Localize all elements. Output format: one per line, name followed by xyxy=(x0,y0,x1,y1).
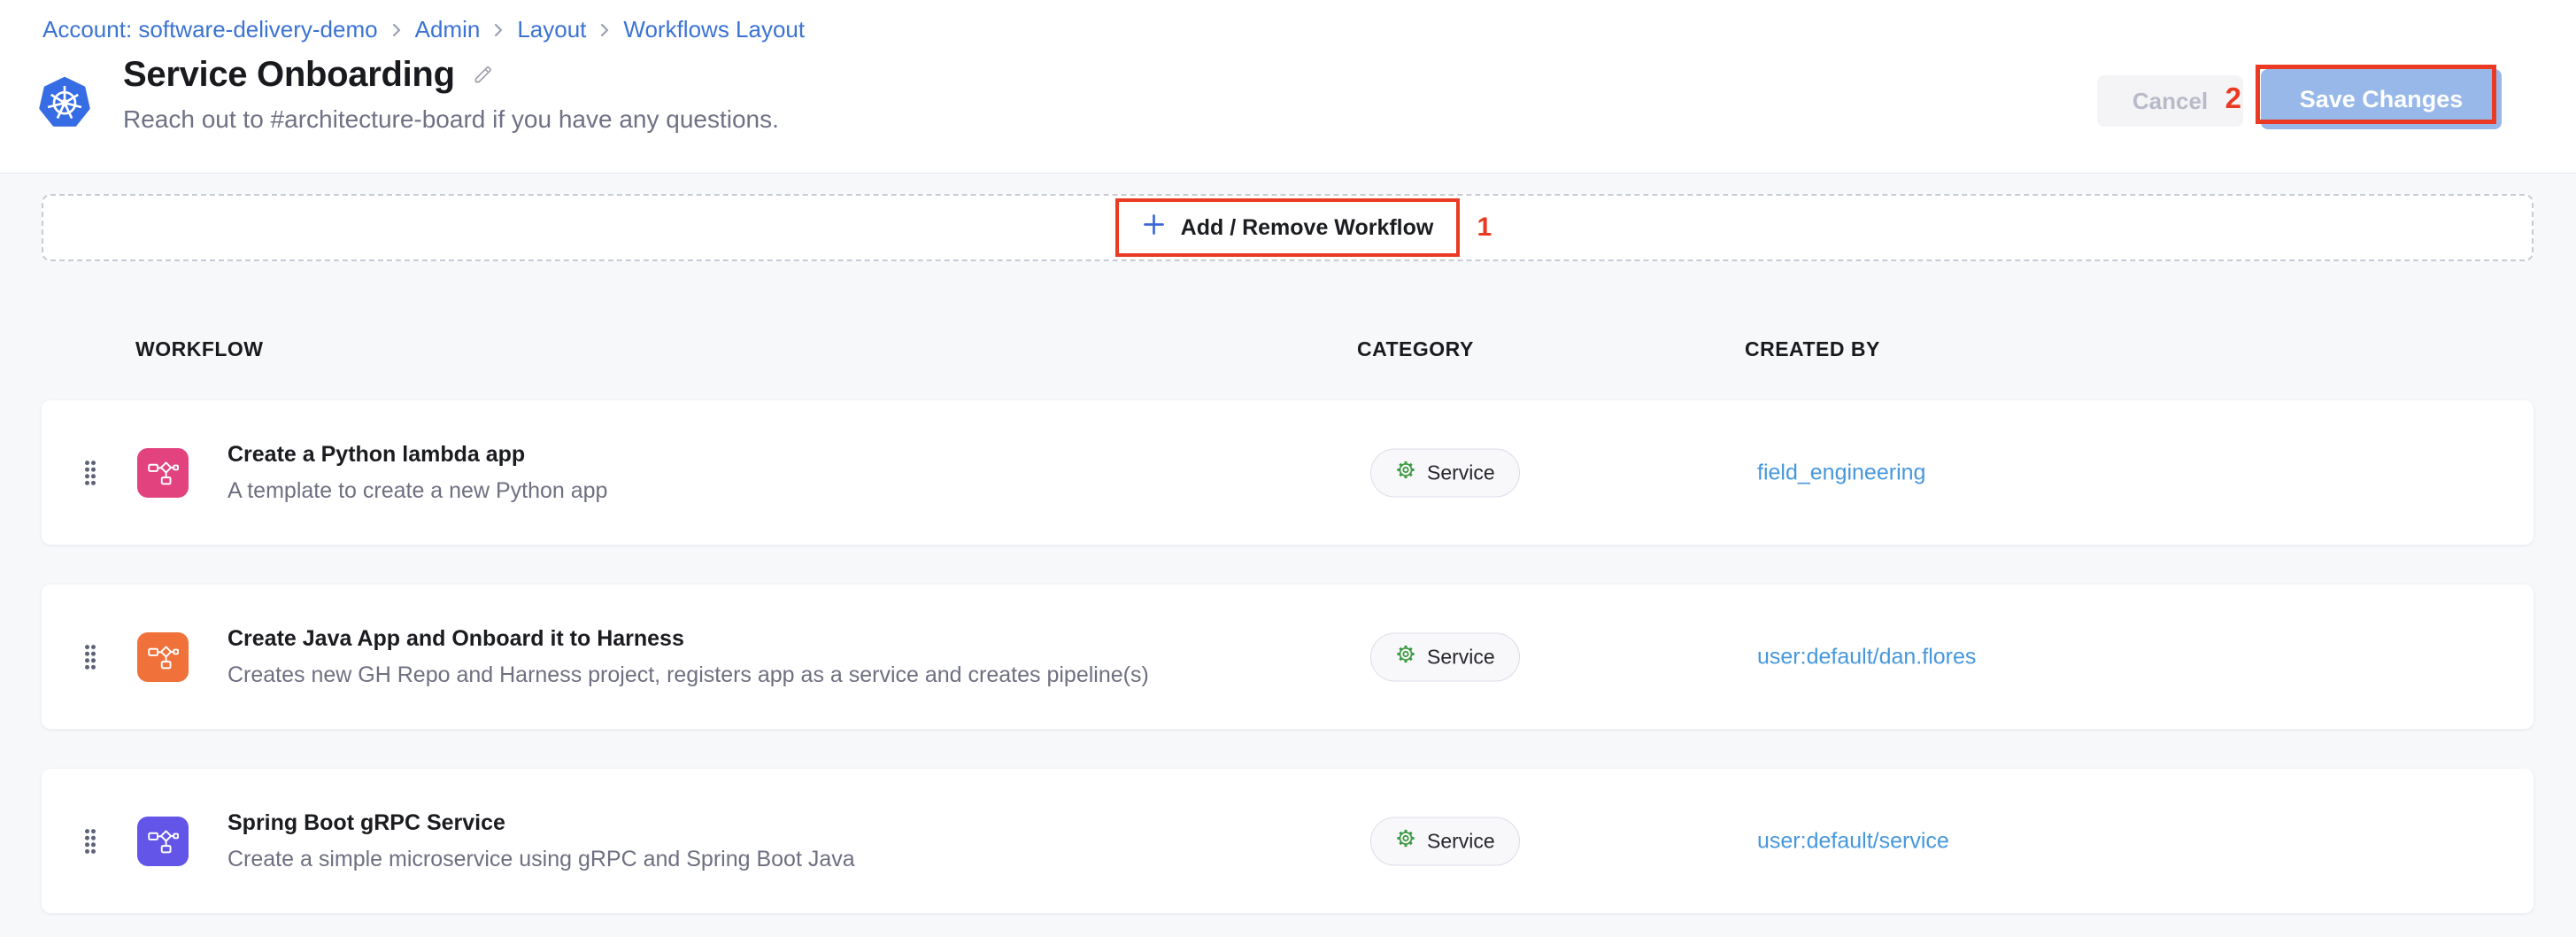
workflows-layout-main: Add / Remove Workflow 1 WORKFLOW CATEGOR… xyxy=(0,194,2576,913)
category-chip-label: Service xyxy=(1427,829,1495,853)
annotation-step-2: 2 xyxy=(2225,81,2241,115)
created-by-link[interactable]: field_engineering xyxy=(1757,460,1925,485)
workflow-flowchart-icon xyxy=(137,448,189,498)
drag-handle-icon[interactable] xyxy=(84,644,96,670)
category-chip-label: Service xyxy=(1427,461,1495,484)
category-chip: Service xyxy=(1370,632,1520,681)
page-title: Service Onboarding xyxy=(123,55,455,95)
page-title-block: Service Onboarding Reach out to #archite… xyxy=(38,55,779,134)
page-subtitle: Reach out to #architecture-board if you … xyxy=(123,105,779,134)
kubernetes-logo-icon xyxy=(38,74,91,129)
column-header-workflow: WORKFLOW xyxy=(135,337,264,361)
page-header: Account: software-delivery-demo Admin La… xyxy=(0,0,2576,174)
workflow-description: Create a simple microservice using gRPC … xyxy=(228,847,855,872)
category-chip-label: Service xyxy=(1427,645,1495,669)
workflow-row: Create Java App and Onboard it to Harnes… xyxy=(42,585,2534,729)
workflow-row: Create a Python lambda app A template to… xyxy=(42,400,2534,545)
category-chip: Service xyxy=(1370,817,1520,865)
drag-handle-icon[interactable] xyxy=(84,828,96,855)
workflow-title: Create a Python lambda app xyxy=(228,442,607,468)
workflow-description: A template to create a new Python app xyxy=(228,478,607,504)
breadcrumb-workflows-layout-link[interactable]: Workflows Layout xyxy=(623,16,805,43)
chevron-right-icon xyxy=(493,21,504,39)
annotation-step-1: 1 xyxy=(1477,213,1492,243)
workflow-title: Spring Boot gRPC Service xyxy=(228,810,855,836)
breadcrumb-account-link[interactable]: Account: software-delivery-demo xyxy=(42,16,378,43)
gear-icon xyxy=(1395,828,1416,855)
add-remove-workflow-dropzone: Add / Remove Workflow 1 xyxy=(42,194,2534,261)
workflow-title: Create Java App and Onboard it to Harnes… xyxy=(228,626,1149,652)
category-chip: Service xyxy=(1370,448,1520,497)
gear-icon xyxy=(1395,644,1416,670)
column-header-category: CATEGORY xyxy=(1357,337,1474,361)
save-changes-button[interactable]: Save Changes xyxy=(2261,69,2502,129)
annotation-highlight-box: Add / Remove Workflow xyxy=(1115,198,1461,257)
workflow-flowchart-icon xyxy=(137,632,189,682)
add-remove-workflow-button[interactable]: Add / Remove Workflow xyxy=(1142,213,1434,243)
workflow-description: Creates new GH Repo and Harness project,… xyxy=(228,662,1149,688)
plus-icon xyxy=(1142,213,1166,243)
breadcrumb-admin-link[interactable]: Admin xyxy=(415,16,481,43)
chevron-right-icon xyxy=(599,21,610,39)
column-header-created-by: CREATED BY xyxy=(1745,337,1880,361)
cancel-button[interactable]: Cancel xyxy=(2097,75,2243,127)
edit-pencil-icon[interactable] xyxy=(471,62,496,91)
created-by-link[interactable]: user:default/service xyxy=(1757,828,1949,854)
breadcrumb: Account: software-delivery-demo Admin La… xyxy=(42,16,805,43)
add-remove-workflow-label: Add / Remove Workflow xyxy=(1181,215,1434,241)
created-by-link[interactable]: user:default/dan.flores xyxy=(1757,644,1976,670)
workflow-row: Spring Boot gRPC Service Create a simple… xyxy=(42,769,2534,913)
chevron-right-icon xyxy=(391,21,402,39)
drag-handle-icon[interactable] xyxy=(84,460,96,486)
gear-icon xyxy=(1395,460,1416,486)
workflow-flowchart-icon xyxy=(137,817,189,866)
table-header-row: WORKFLOW CATEGORY CREATED BY xyxy=(42,337,2534,360)
breadcrumb-layout-link[interactable]: Layout xyxy=(517,16,586,43)
